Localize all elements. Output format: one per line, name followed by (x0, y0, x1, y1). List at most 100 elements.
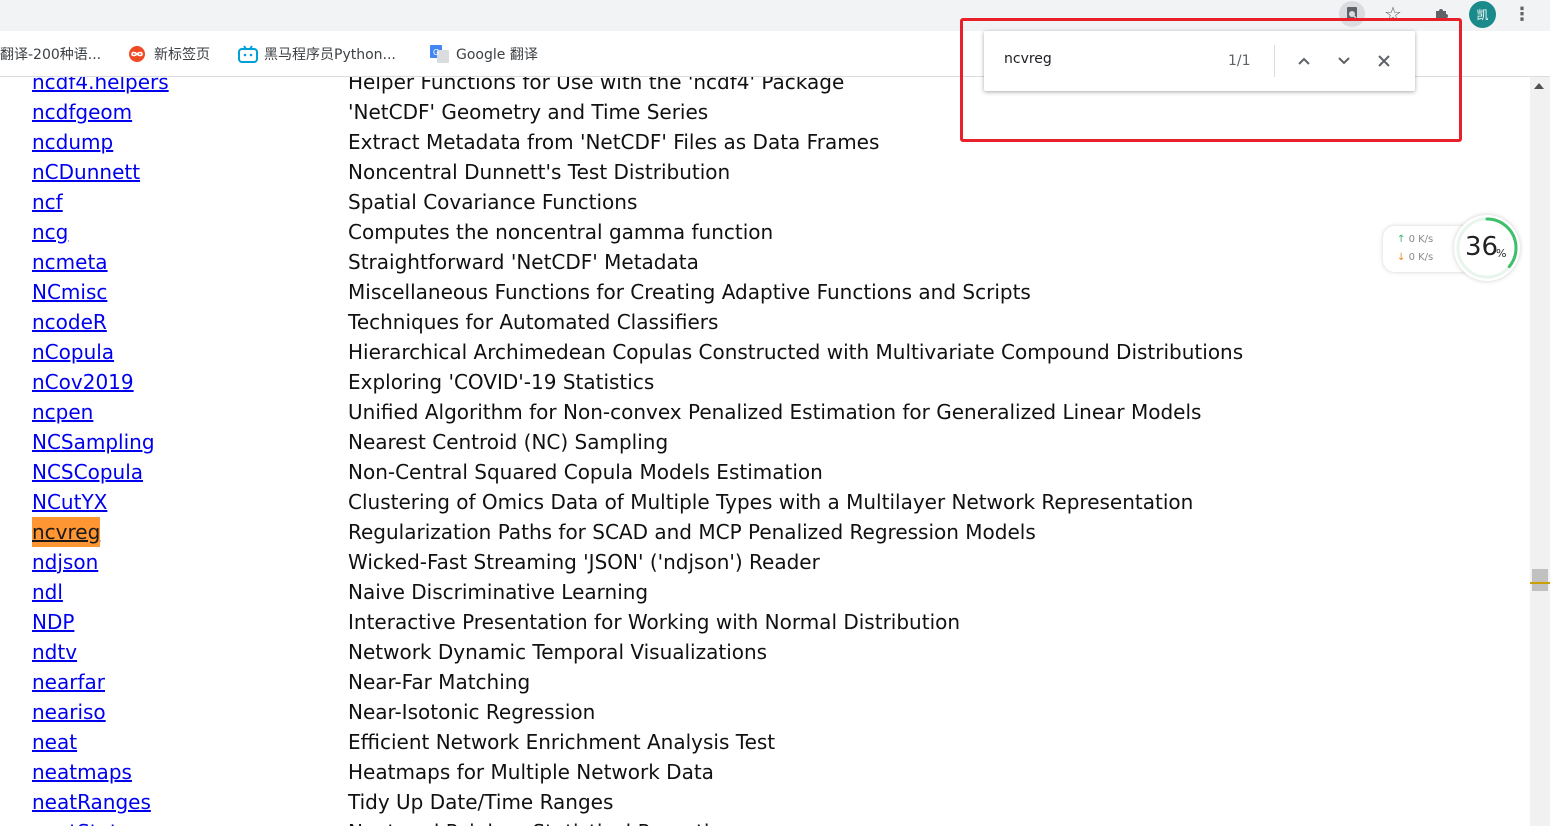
list-item: nCov2019 Exploring 'COVID'-19 Statistics (0, 367, 1520, 397)
download-speed-value: 0 K/s (1408, 252, 1434, 263)
package-link[interactable]: neat (32, 727, 77, 757)
list-item: ndtv Network Dynamic Temporal Visualizat… (0, 637, 1520, 667)
list-item: neatStats Neat and Painless Statistical … (0, 817, 1520, 826)
package-link[interactable]: ncf (32, 187, 63, 217)
package-description: Miscellaneous Functions for Creating Ada… (348, 280, 1031, 304)
package-description: Straightforward 'NetCDF' Metadata (348, 250, 699, 274)
list-item: ndl Naive Discriminative Learning (0, 577, 1520, 607)
svg-text:G: G (433, 48, 439, 57)
package-description: 'NetCDF' Geometry and Time Series (348, 100, 709, 124)
package-link[interactable]: ndjson (32, 547, 98, 577)
find-result-marker (1530, 582, 1550, 584)
package-description: Efficient Network Enrichment Analysis Te… (348, 730, 776, 754)
list-item: neatmaps Heatmaps for Multiple Network D… (0, 757, 1520, 787)
package-description: Spatial Covariance Functions (348, 190, 638, 214)
list-item: nCDunnett Noncentral Dunnett's Test Dist… (0, 157, 1520, 187)
arrow-down-icon: ↓ (1397, 252, 1406, 263)
list-item: NDP Interactive Presentation for Working… (0, 607, 1520, 637)
package-list: ncdf4.helpers Helper Functions for Use w… (0, 77, 1530, 826)
list-item: ncpen Unified Algorithm for Non-convex P… (0, 397, 1520, 427)
cpu-value: 36 (1465, 232, 1499, 262)
package-link[interactable]: NCSCopula (32, 457, 143, 487)
package-link[interactable]: ndtv (32, 637, 77, 667)
menu-kebab-icon[interactable]: ⋮ (1511, 3, 1533, 25)
list-item: neariso Near-Isotonic Regression (0, 697, 1520, 727)
package-link[interactable]: NDP (32, 607, 74, 637)
package-description: Near-Isotonic Regression (348, 700, 596, 724)
package-description: Neat and Painless Statistical Reporting (348, 817, 735, 826)
package-link[interactable]: neatmaps (32, 757, 132, 787)
list-item: NCSampling Nearest Centroid (NC) Samplin… (0, 427, 1520, 457)
package-link[interactable]: ncdf4.helpers (32, 77, 169, 97)
list-item: ncodeR Techniques for Automated Classifi… (0, 307, 1520, 337)
package-link[interactable]: nCopula (32, 337, 114, 367)
cpu-unit: % (1496, 247, 1507, 260)
bookmark-label: 黑马程序员Python... (264, 47, 396, 63)
package-description: Nearest Centroid (NC) Sampling (348, 430, 669, 454)
package-description: Clustering of Omics Data of Multiple Typ… (348, 490, 1194, 514)
package-description: Techniques for Automated Classifiers (348, 310, 719, 334)
annotation-highlight-box (960, 18, 1462, 142)
package-link[interactable]: NCSampling (32, 427, 155, 457)
package-link[interactable]: ncg (32, 217, 68, 247)
upload-speed-value: 0 K/s (1408, 234, 1434, 245)
package-description: Extract Metadata from 'NetCDF' Files as … (348, 130, 880, 154)
package-description: Interactive Presentation for Working wit… (348, 610, 961, 634)
package-link[interactable]: ncdump (32, 127, 113, 157)
list-item: NCmisc Miscellaneous Functions for Creat… (0, 277, 1520, 307)
package-description: Tidy Up Date/Time Ranges (348, 790, 614, 814)
bookmark-label: 翻译-200种语... (0, 47, 102, 63)
arrow-up-icon: ↑ (1397, 234, 1406, 245)
package-link[interactable]: ncdfgeom (32, 97, 132, 127)
scroll-up-arrow-icon[interactable] (1534, 83, 1544, 89)
package-link[interactable]: ncpen (32, 397, 93, 427)
package-link[interactable]: ncodeR (32, 307, 107, 337)
scrollbar-thumb[interactable] (1532, 569, 1548, 591)
package-description: Computes the noncentral gamma function (348, 220, 774, 244)
package-description: Near-Far Matching (348, 670, 531, 694)
package-description: Exploring 'COVID'-19 Statistics (348, 370, 655, 394)
bookmark-label: 新标签页 (154, 47, 210, 63)
package-description: Naive Discriminative Learning (348, 580, 649, 604)
bookmark-item[interactable]: 黑马程序员Python... (238, 44, 396, 64)
package-link[interactable]: neariso (32, 697, 106, 727)
package-link[interactable]: neatStats (32, 817, 128, 826)
package-description: Heatmaps for Multiple Network Data (348, 760, 714, 784)
package-description: Wicked-Fast Streaming 'JSON' ('ndjson') … (348, 550, 820, 574)
package-link[interactable]: nearfar (32, 667, 105, 697)
list-item: ncf Spatial Covariance Functions (0, 187, 1520, 217)
package-description: Regularization Paths for SCAD and MCP Pe… (348, 520, 1036, 544)
list-item: ndjson Wicked-Fast Streaming 'JSON' ('nd… (0, 547, 1520, 577)
download-speed: ↓ 0 K/s (1397, 252, 1433, 263)
bookmark-label: Google 翻译 (456, 47, 538, 63)
package-link[interactable]: nCov2019 (32, 367, 134, 397)
list-item: NCSCopula Non-Central Squared Copula Mod… (0, 457, 1520, 487)
list-item: nCopula Hierarchical Archimedean Copulas… (0, 337, 1520, 367)
package-description: Non-Central Squared Copula Models Estima… (348, 460, 823, 484)
package-link[interactable]: neatRanges (32, 787, 151, 817)
package-link[interactable]: nCDunnett (32, 157, 140, 187)
list-item: nearfar Near-Far Matching (0, 667, 1520, 697)
bilibili-icon (238, 45, 258, 63)
package-description: Unified Algorithm for Non-convex Penaliz… (348, 400, 1202, 424)
profile-avatar[interactable]: 凯 (1469, 1, 1496, 28)
package-link[interactable]: NCmisc (32, 277, 107, 307)
vertical-scrollbar[interactable] (1530, 77, 1550, 826)
package-link[interactable]: ndl (32, 577, 63, 607)
package-description: Noncentral Dunnett's Test Distribution (348, 160, 731, 184)
package-link[interactable]: NCutYX (32, 487, 107, 517)
upload-speed: ↑ 0 K/s (1397, 234, 1433, 245)
package-link[interactable]: ncmeta (32, 247, 108, 277)
infinity-icon (128, 45, 146, 63)
google-translate-icon: G (430, 45, 449, 63)
package-description: Hierarchical Archimedean Copulas Constru… (348, 340, 1244, 364)
list-item: neatRanges Tidy Up Date/Time Ranges (0, 787, 1520, 817)
list-item: NCutYX Clustering of Omics Data of Multi… (0, 487, 1520, 517)
bookmark-item[interactable]: G Google 翻译 (430, 44, 538, 64)
list-item: ncvreg Regularization Paths for SCAD and… (0, 517, 1520, 547)
cpu-usage-gauge[interactable]: 36 % (1454, 215, 1520, 281)
bookmark-item[interactable]: 新标签页 (128, 44, 210, 64)
list-item: neat Efficient Network Enrichment Analys… (0, 727, 1520, 757)
package-link-highlighted[interactable]: ncvreg (32, 517, 101, 547)
bookmark-item[interactable]: 翻译-200种语... (0, 44, 101, 64)
